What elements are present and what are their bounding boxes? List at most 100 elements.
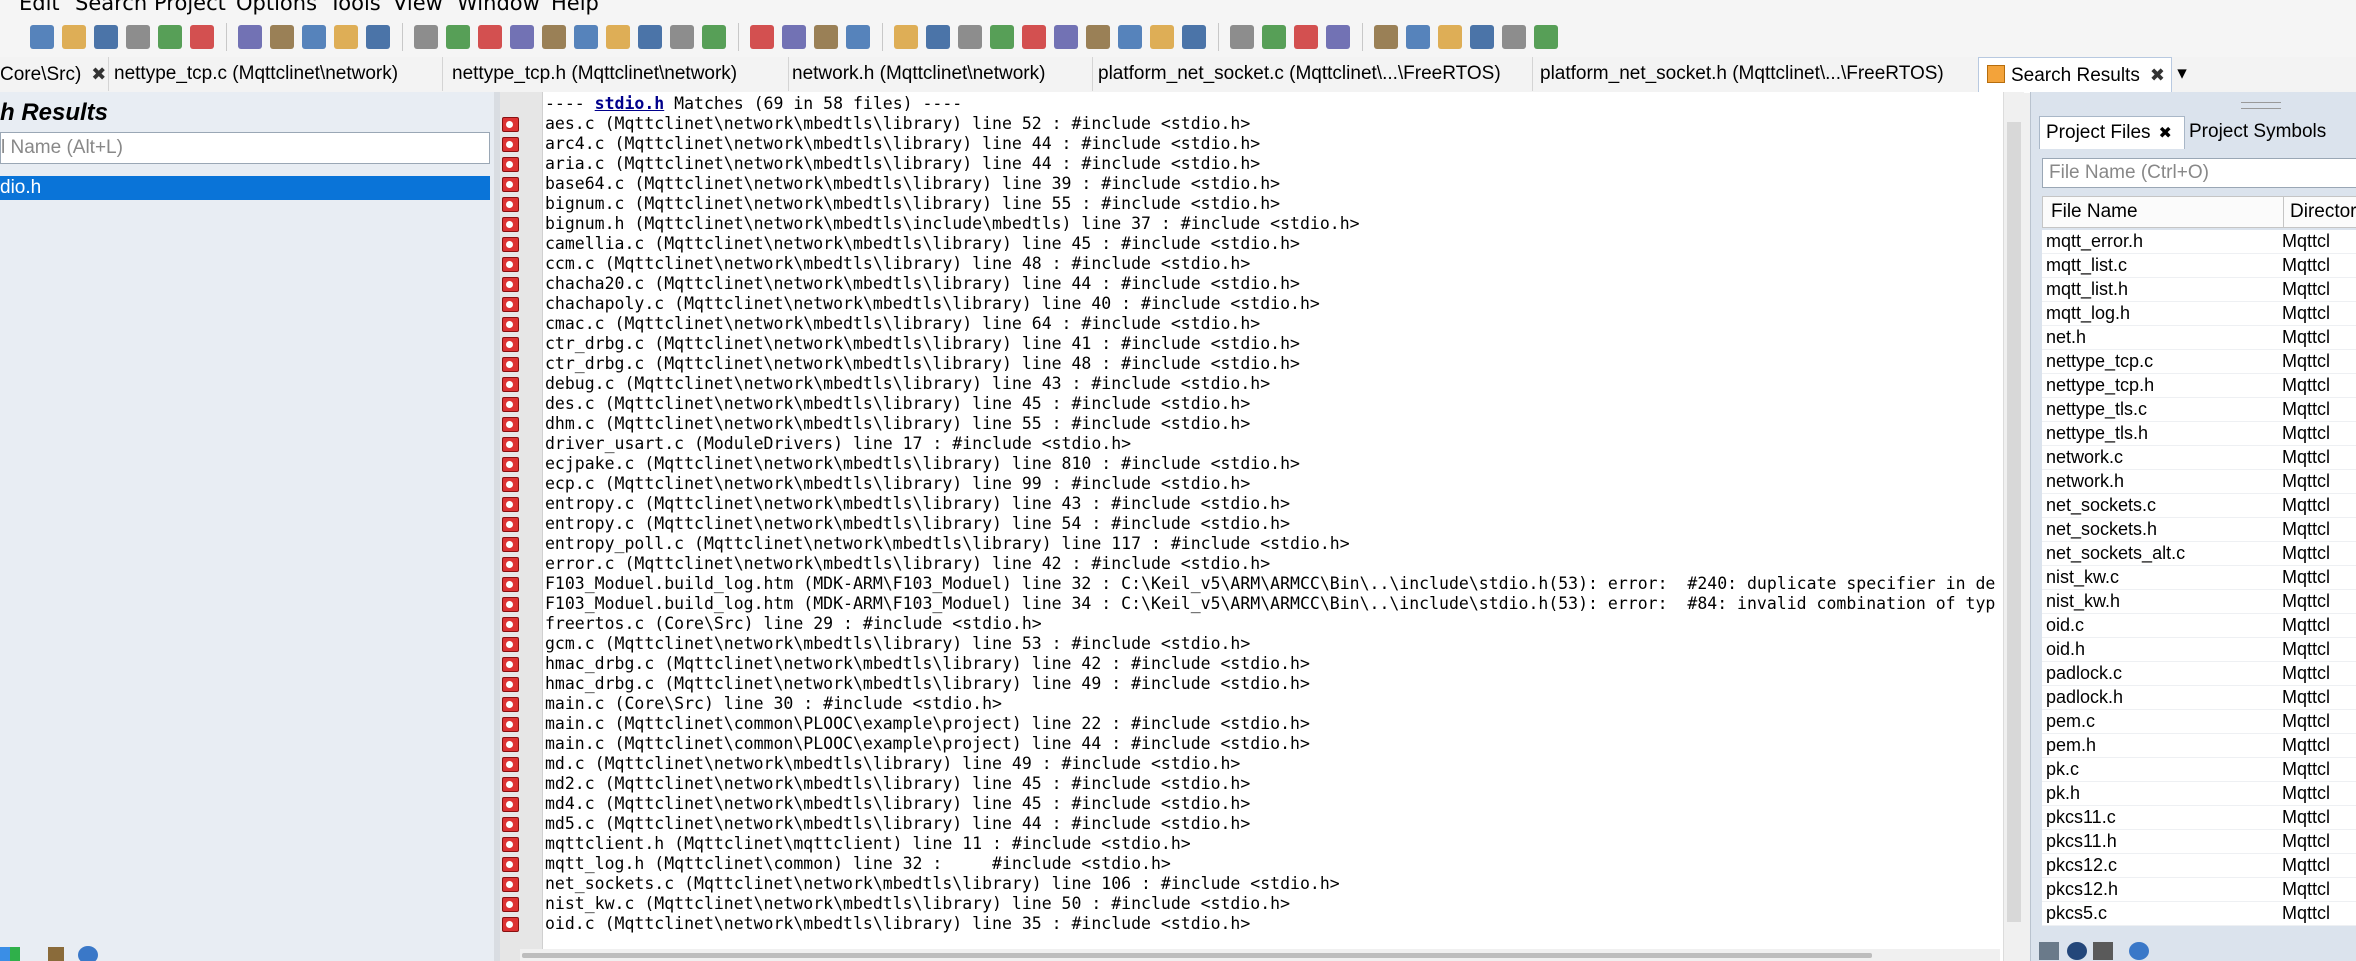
match-marker-icon[interactable] bbox=[502, 917, 519, 932]
table-row[interactable]: nist_kw.h Mqttcl bbox=[2042, 590, 2356, 614]
result-line[interactable]: main.c (Mqttclinet\common\PLOOC\example\… bbox=[545, 714, 1310, 734]
result-line[interactable]: hmac_drbg.c (Mqttclinet\network\mbedtls\… bbox=[545, 674, 1310, 694]
match-marker-icon[interactable] bbox=[502, 577, 519, 592]
new-file-icon[interactable] bbox=[30, 25, 54, 49]
search-keyword-link[interactable]: stdio.h bbox=[595, 94, 665, 113]
undo-icon[interactable] bbox=[334, 25, 358, 49]
list-icon[interactable] bbox=[2093, 942, 2113, 960]
match-marker-icon[interactable] bbox=[502, 377, 519, 392]
gear-icon[interactable] bbox=[2129, 942, 2149, 960]
match-marker-icon[interactable] bbox=[502, 237, 519, 252]
result-line[interactable]: debug.c (Mqttclinet\network\mbedtls\libr… bbox=[545, 374, 1270, 394]
result-line[interactable]: aria.c (Mqttclinet\network\mbedtls\libra… bbox=[545, 154, 1260, 174]
match-marker-icon[interactable] bbox=[502, 817, 519, 832]
table-row[interactable]: net_sockets.c Mqttcl bbox=[2042, 494, 2356, 518]
match-marker-icon[interactable] bbox=[502, 317, 519, 332]
cut-icon[interactable] bbox=[238, 25, 262, 49]
table-row[interactable]: net_sockets_alt.c Mqttcl bbox=[2042, 542, 2356, 566]
result-line[interactable]: entropy.c (Mqttclinet\network\mbedtls\li… bbox=[545, 494, 1290, 514]
table-row[interactable]: pem.h Mqttcl bbox=[2042, 734, 2356, 758]
table-row[interactable]: mqtt_log.h Mqttcl bbox=[2042, 302, 2356, 326]
result-line[interactable]: md5.c (Mqttclinet\network\mbedtls\librar… bbox=[545, 814, 1250, 834]
file-filter-input[interactable]: File Name (Ctrl+O) bbox=[2042, 158, 2356, 188]
tab-network-h[interactable]: network.h (Mqttclinet\network) bbox=[786, 57, 1093, 91]
match-marker-icon[interactable] bbox=[502, 457, 519, 472]
relation-icon[interactable] bbox=[990, 25, 1014, 49]
match-marker-icon[interactable] bbox=[502, 877, 519, 892]
list-item-selected[interactable]: dio.h bbox=[0, 176, 490, 200]
match-marker-icon[interactable] bbox=[502, 857, 519, 872]
result-line[interactable]: mqttclient.h (Mqttclinet\mqttclient) lin… bbox=[545, 834, 1191, 854]
table-row[interactable]: pkcs12.c Mqttcl bbox=[2042, 854, 2356, 878]
match-marker-icon[interactable] bbox=[502, 297, 519, 312]
match-marker-icon[interactable] bbox=[502, 477, 519, 492]
graph-icon[interactable] bbox=[1022, 25, 1046, 49]
table-row[interactable]: mqtt_error.h Mqttcl bbox=[2042, 230, 2356, 254]
match-marker-icon[interactable] bbox=[502, 277, 519, 292]
search-filter-input[interactable]: l Name (Alt+L) bbox=[0, 132, 490, 164]
result-line[interactable]: gcm.c (Mqttclinet\network\mbedtls\librar… bbox=[545, 634, 1250, 654]
match-marker-icon[interactable] bbox=[502, 137, 519, 152]
page-icon[interactable] bbox=[414, 25, 438, 49]
browse-icon[interactable] bbox=[542, 25, 566, 49]
menu-view[interactable]: View bbox=[393, 0, 443, 15]
result-line[interactable]: base64.c (Mqttclinet\network\mbedtls\lib… bbox=[545, 174, 1280, 194]
result-line[interactable]: md4.c (Mqttclinet\network\mbedtls\librar… bbox=[545, 794, 1250, 814]
b-icon[interactable] bbox=[1406, 25, 1430, 49]
save-as-icon[interactable] bbox=[158, 25, 182, 49]
match-marker-icon[interactable] bbox=[502, 597, 519, 612]
scroll-thumb[interactable] bbox=[2007, 122, 2021, 922]
result-line[interactable]: mqtt_log.h (Mqttclinet\common) line 32 :… bbox=[545, 854, 1171, 874]
table-row[interactable]: network.c Mqttcl bbox=[2042, 446, 2356, 470]
merge-icon[interactable] bbox=[1150, 25, 1174, 49]
replace-icon[interactable] bbox=[638, 25, 662, 49]
result-line[interactable]: md.c (Mqttclinet\network\mbedtls\library… bbox=[545, 754, 1240, 774]
layout3-icon[interactable] bbox=[814, 25, 838, 49]
result-line[interactable]: main.c (Core\Src) line 30 : #include <st… bbox=[545, 694, 1002, 714]
match-marker-icon[interactable] bbox=[502, 517, 519, 532]
close-icon[interactable]: ✖ bbox=[91, 64, 106, 84]
project-icon[interactable] bbox=[894, 25, 918, 49]
scroll-thumb[interactable] bbox=[522, 953, 1872, 958]
grid-icon[interactable] bbox=[1182, 25, 1206, 49]
e-icon[interactable] bbox=[1502, 25, 1526, 49]
symbols-icon[interactable] bbox=[0, 947, 20, 961]
match-marker-icon[interactable] bbox=[502, 777, 519, 792]
table-row[interactable]: nettype_tcp.h Mqttcl bbox=[2042, 374, 2356, 398]
table-row[interactable]: pkcs12.h Mqttcl bbox=[2042, 878, 2356, 902]
result-line[interactable]: ctr_drbg.c (Mqttclinet\network\mbedtls\l… bbox=[545, 334, 1300, 354]
table-row[interactable]: net.h Mqttcl bbox=[2042, 326, 2356, 350]
symbol-icon[interactable] bbox=[574, 25, 598, 49]
result-line[interactable]: driver_usart.c (ModuleDrivers) line 17 :… bbox=[545, 434, 1131, 454]
result-line[interactable]: net_sockets.c (Mqttclinet\network\mbedtl… bbox=[545, 874, 1340, 894]
tab-platform-net-socket-h[interactable]: platform_net_socket.h (Mqttclinet\...\Fr… bbox=[1534, 57, 1981, 91]
column-directory[interactable]: Director bbox=[2283, 197, 2356, 227]
redo-icon[interactable] bbox=[366, 25, 390, 49]
match-marker-icon[interactable] bbox=[502, 757, 519, 772]
table-row[interactable]: pkcs5.c Mqttcl bbox=[2042, 902, 2356, 926]
close-icon[interactable]: ✖ bbox=[2159, 125, 2172, 142]
table-row[interactable]: oid.h Mqttcl bbox=[2042, 638, 2356, 662]
result-line[interactable]: oid.c (Mqttclinet\network\mbedtls\librar… bbox=[545, 914, 1250, 934]
result-line[interactable]: ecp.c (Mqttclinet\network\mbedtls\librar… bbox=[545, 474, 1250, 494]
result-line[interactable]: des.c (Mqttclinet\network\mbedtls\librar… bbox=[545, 394, 1250, 414]
paste-icon[interactable] bbox=[302, 25, 326, 49]
a-icon[interactable] bbox=[1374, 25, 1398, 49]
table-row[interactable]: padlock.h Mqttcl bbox=[2042, 686, 2356, 710]
result-line[interactable]: ecjpake.c (Mqttclinet\network\mbedtls\li… bbox=[545, 454, 1300, 474]
rename-icon[interactable] bbox=[606, 25, 630, 49]
menu-help[interactable]: Help bbox=[551, 0, 599, 15]
table-row[interactable]: nist_kw.c Mqttcl bbox=[2042, 566, 2356, 590]
result-line[interactable]: bignum.c (Mqttclinet\network\mbedtls\lib… bbox=[545, 194, 1280, 214]
match-marker-icon[interactable] bbox=[502, 217, 519, 232]
match-marker-icon[interactable] bbox=[502, 797, 519, 812]
layout2-icon[interactable] bbox=[782, 25, 806, 49]
bird-icon[interactable] bbox=[1118, 25, 1142, 49]
match-marker-icon[interactable] bbox=[502, 897, 519, 912]
layout4-icon[interactable] bbox=[846, 25, 870, 49]
diagram-icon[interactable] bbox=[926, 25, 950, 49]
match-marker-icon[interactable] bbox=[502, 717, 519, 732]
result-line[interactable]: nist_kw.c (Mqttclinet\network\mbedtls\li… bbox=[545, 894, 1290, 914]
tab-search-results[interactable]: Search Results ✖ bbox=[1978, 57, 2172, 93]
match-marker-icon[interactable] bbox=[502, 157, 519, 172]
